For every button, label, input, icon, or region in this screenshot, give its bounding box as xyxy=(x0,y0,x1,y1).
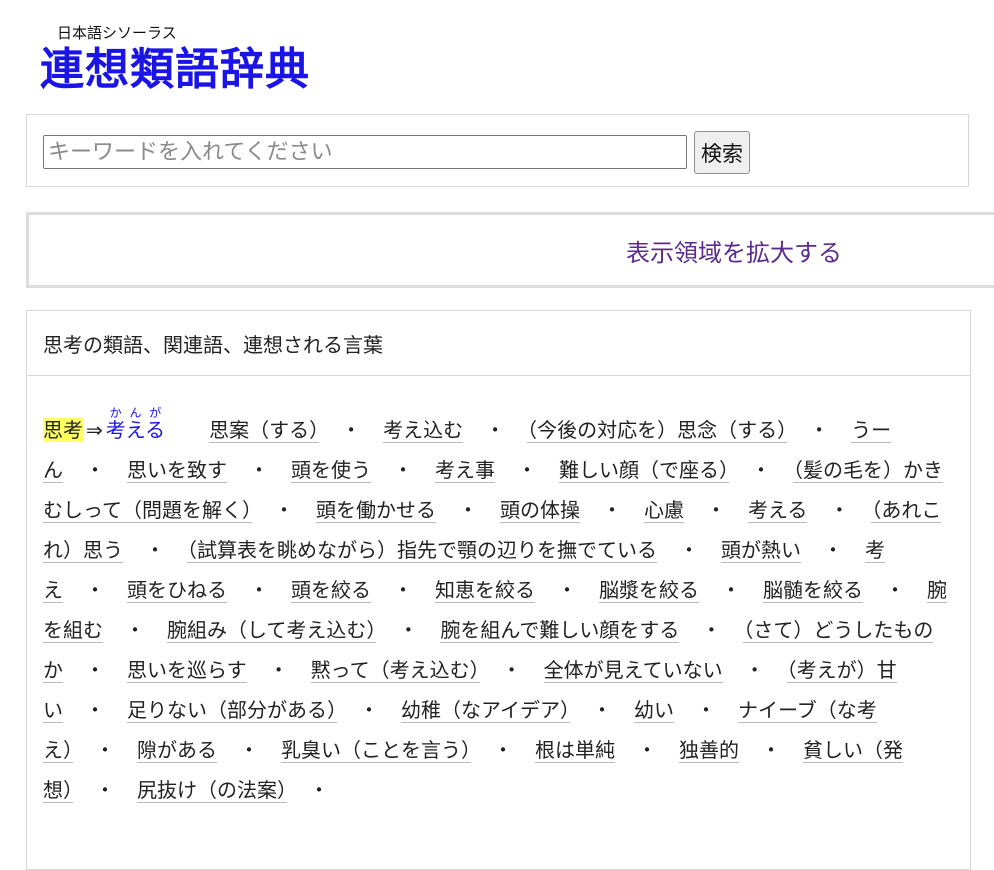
related-term-link[interactable]: 心慮 xyxy=(644,498,684,523)
related-term-link[interactable]: 足りない（部分がある） xyxy=(127,698,337,723)
arrow-icon: ⇒ xyxy=(86,418,103,442)
term-separator: ・ xyxy=(125,618,145,642)
related-term-link[interactable]: 隙がある xyxy=(137,738,217,763)
term-separator: ・ xyxy=(268,658,289,682)
term-separator: ・ xyxy=(85,658,105,682)
related-term-link[interactable]: 頭を使う xyxy=(291,458,371,483)
results-panel: 思考の類語、関連語、連想される言葉 思考 ⇒ 考えるかんが思案（する）・考え込む・（… xyxy=(26,310,971,870)
related-term-link[interactable]: 頭をひねる xyxy=(127,578,227,603)
term-separator: ・ xyxy=(95,738,115,762)
term-separator: ・ xyxy=(696,698,716,722)
term-separator: ・ xyxy=(458,498,478,522)
related-term-link[interactable]: 全体が見えていない xyxy=(543,658,723,683)
related-term-link[interactable]: 考え込む xyxy=(383,418,464,443)
keyword-highlight: 思考 xyxy=(43,418,83,442)
term-separator: ・ xyxy=(309,778,329,802)
term-separator: ・ xyxy=(602,498,622,522)
term-separator: ・ xyxy=(393,578,413,602)
term-separator: ・ xyxy=(239,738,259,762)
term-separator: ・ xyxy=(249,578,269,602)
related-term-link[interactable]: 考え事 xyxy=(435,458,495,483)
term-separator: ・ xyxy=(761,738,781,762)
expand-display-link[interactable]: 表示領域を拡大する xyxy=(626,233,842,268)
related-term-link[interactable]: 幼稚（なアイデア） xyxy=(401,698,570,723)
related-term-link[interactable]: 腕組み（して考え込む） xyxy=(167,618,377,643)
term-separator: ・ xyxy=(751,458,771,482)
term-separator: ・ xyxy=(249,458,269,482)
related-term-link[interactable]: 難しい顔（で座る） xyxy=(559,458,729,483)
related-term-link[interactable]: 頭を絞る xyxy=(291,578,371,603)
related-term-link[interactable]: 幼い xyxy=(634,698,674,723)
related-term-link[interactable]: 思いを巡らす xyxy=(127,658,247,683)
logo-subtitle: 日本語シソーラス xyxy=(57,24,177,42)
term-separator: ・ xyxy=(557,578,577,602)
term-separator: ・ xyxy=(885,578,905,602)
term-separator: ・ xyxy=(398,618,419,642)
term-separator: ・ xyxy=(393,458,413,482)
related-term-link[interactable]: 乳臭い（ことを言う） xyxy=(281,738,471,763)
term-separator: ・ xyxy=(359,698,379,722)
related-term-link[interactable]: 脳漿を絞る xyxy=(599,578,699,603)
term-separator: ・ xyxy=(592,698,612,722)
term-separator: ・ xyxy=(823,538,843,562)
related-term-link[interactable]: 頭の体操 xyxy=(500,498,580,523)
related-term-link[interactable]: 頭を働かせる xyxy=(316,498,436,523)
logo-title[interactable]: 連想類語辞典 xyxy=(40,44,310,96)
related-term-link[interactable]: 考える xyxy=(748,498,808,523)
related-term-link[interactable]: 腕を組んで難しい顔をする xyxy=(440,618,680,643)
term-separator: ・ xyxy=(145,538,165,562)
term-separator: ・ xyxy=(493,738,513,762)
related-term-link[interactable]: 思案（する） xyxy=(209,418,320,443)
related-term-link[interactable]: （試算表を眺めながら）指先で顎の辺りを撫でている xyxy=(187,538,657,563)
results-body: 思考 ⇒ 考えるかんが思案（する）・考え込む・（今後の対応を）思念（する）・うーん・… xyxy=(27,376,970,810)
related-term-link[interactable]: 頭が熱い xyxy=(721,538,801,563)
term-separator: ・ xyxy=(701,618,722,642)
expand-panel: 表示領域を拡大する xyxy=(26,212,994,288)
term-separator: ・ xyxy=(341,418,362,442)
related-term-link[interactable]: （今後の対応を）思念（する） xyxy=(527,418,788,443)
term-separator: ・ xyxy=(637,738,657,762)
term-separator: ・ xyxy=(706,498,726,522)
related-term-link[interactable]: 独善的 xyxy=(679,738,739,763)
main-word-reading: かんが xyxy=(105,406,166,420)
term-separator: ・ xyxy=(501,658,522,682)
term-separator: ・ xyxy=(95,778,115,802)
term-separator: ・ xyxy=(679,538,699,562)
main-word-link[interactable]: 考えるかんが xyxy=(106,406,165,442)
search-input[interactable] xyxy=(43,135,687,169)
term-separator: ・ xyxy=(809,418,830,442)
term-separator: ・ xyxy=(85,578,105,602)
term-separator: ・ xyxy=(85,458,105,482)
search-button[interactable]: 検索 xyxy=(694,131,750,174)
related-term-link[interactable]: 黙って（考え込む） xyxy=(310,658,480,683)
related-term-link[interactable]: 思いを致す xyxy=(127,458,227,483)
related-term-link[interactable]: 尻抜け（の法案） xyxy=(137,778,287,803)
related-term-link[interactable]: 根は単純 xyxy=(535,738,615,763)
related-term-link[interactable]: 知恵を絞る xyxy=(435,578,535,603)
term-separator: ・ xyxy=(485,418,506,442)
term-separator: ・ xyxy=(744,658,765,682)
term-separator: ・ xyxy=(517,458,537,482)
related-term-link[interactable]: 脳髄を絞る xyxy=(763,578,863,603)
term-separator: ・ xyxy=(721,578,741,602)
term-separator: ・ xyxy=(85,698,105,722)
search-panel: 検索 xyxy=(26,114,969,187)
term-separator: ・ xyxy=(829,498,850,522)
term-separator: ・ xyxy=(274,498,294,522)
results-header: 思考の類語、関連語、連想される言葉 xyxy=(27,311,970,376)
